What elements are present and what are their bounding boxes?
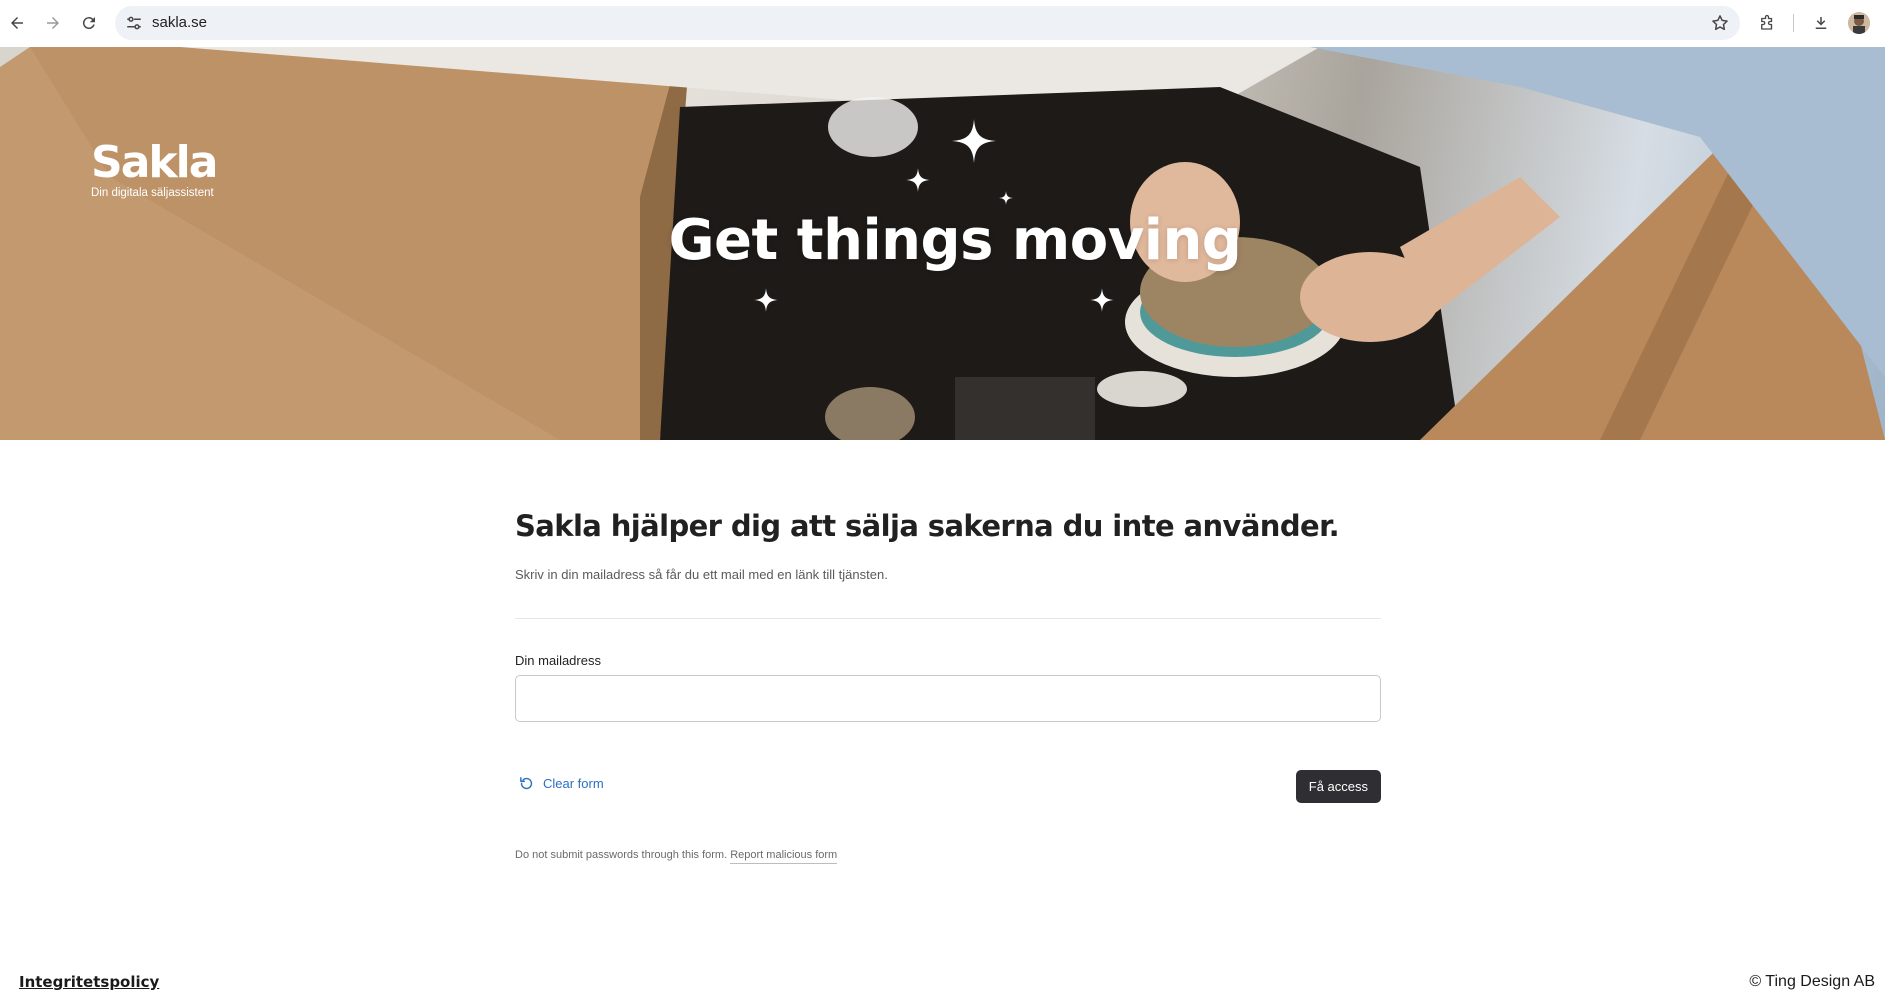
copyright-text: © Ting Design AB xyxy=(1749,973,1875,990)
brand-name: Sakla xyxy=(91,137,218,188)
reload-icon[interactable] xyxy=(77,11,101,35)
notice-text: Do not submit passwords through this for… xyxy=(515,849,728,861)
sparkle-icon xyxy=(906,168,930,192)
report-malicious-form-link[interactable]: Report malicious form xyxy=(730,849,838,864)
clear-form-label: Clear form xyxy=(543,776,604,791)
privacy-policy-link[interactable]: Integritetspolicy xyxy=(19,973,159,991)
form-headline: Sakla hjälper dig att sälja sakerna du i… xyxy=(515,509,1340,543)
toolbar-separator xyxy=(1793,14,1794,32)
sparkle-icon xyxy=(952,119,996,163)
browser-toolbar: sakla.se xyxy=(0,0,1885,47)
form-description: Skriv in din mailadress så får du ett ma… xyxy=(515,567,888,582)
bookmark-star-icon[interactable] xyxy=(1710,13,1730,33)
brand-tagline: Din digitala säljassistent xyxy=(91,187,214,199)
sparkle-icon xyxy=(754,288,778,312)
email-input[interactable] xyxy=(515,675,1381,722)
form-divider xyxy=(515,618,1381,619)
back-arrow-icon[interactable] xyxy=(5,11,29,35)
hero-title: Get things moving xyxy=(668,208,1242,273)
forward-arrow-icon[interactable] xyxy=(41,11,65,35)
address-bar[interactable]: sakla.se xyxy=(115,6,1740,40)
url-text[interactable]: sakla.se xyxy=(152,14,207,31)
profile-avatar-icon[interactable] xyxy=(1848,12,1870,34)
sparkle-icon xyxy=(999,191,1013,205)
download-icon[interactable] xyxy=(1809,11,1833,35)
undo-icon xyxy=(520,777,533,790)
extensions-icon[interactable] xyxy=(1755,11,1779,35)
sparkle-icon xyxy=(1090,288,1114,312)
clear-form-button[interactable]: Clear form xyxy=(518,775,604,792)
sakla-logo[interactable]: Sakla Din digitala säljassistent xyxy=(91,137,218,200)
security-notice: Do not submit passwords through this for… xyxy=(515,849,838,864)
email-label: Din mailadress xyxy=(515,653,601,668)
submit-button[interactable]: Få access xyxy=(1295,770,1381,803)
hero-banner: Sakla Din digitala säljassistent Get thi… xyxy=(0,47,1885,440)
site-settings-icon[interactable] xyxy=(125,14,143,32)
